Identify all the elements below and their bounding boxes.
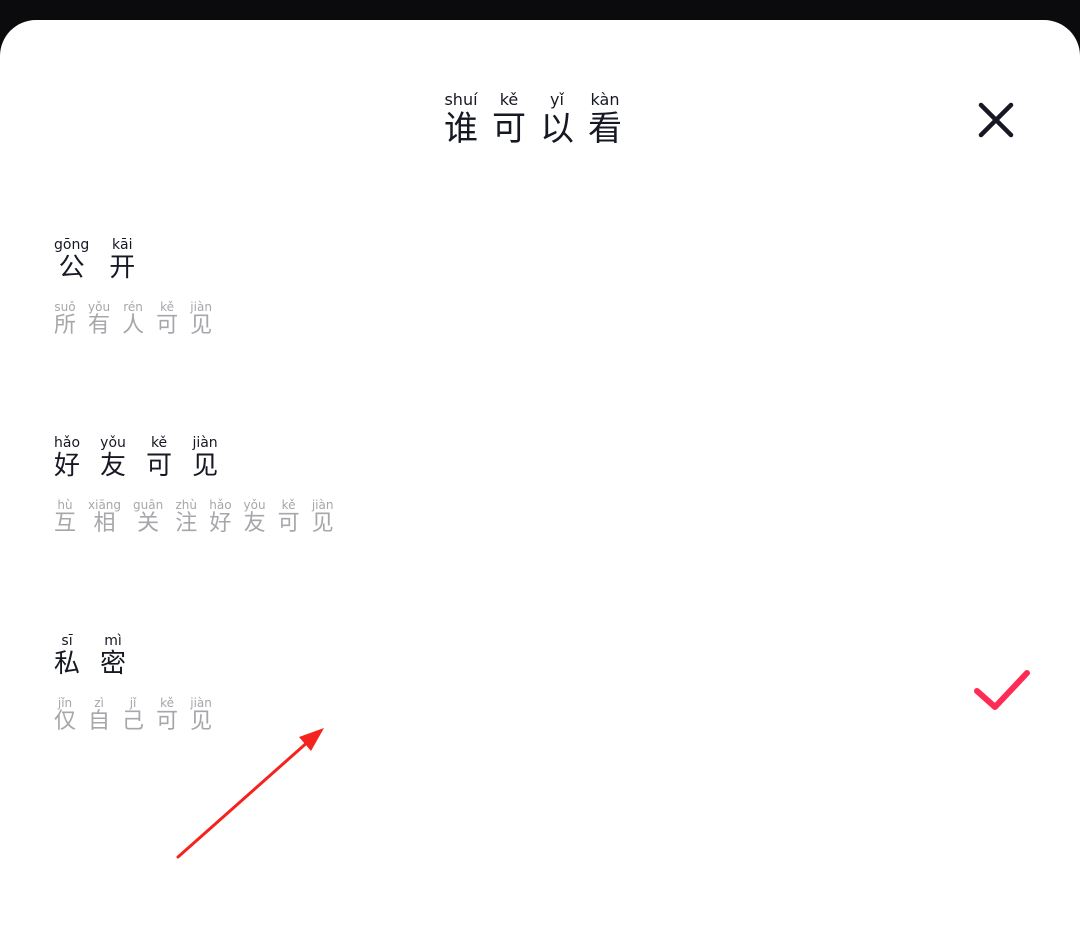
option-title: hǎo 好 yǒu 友 kě 可 jiàn 见 — [54, 435, 219, 481]
option-title: sī 私 mì 密 — [54, 633, 127, 679]
option-friends[interactable]: hǎo 好 yǒu 友 kě 可 jiàn 见 hù 互 xiāng 相 guān 关 zhù… — [54, 436, 1034, 535]
sheet-title: shuí 谁 kě 可 yǐ 以 kàn 看 — [444, 90, 622, 149]
privacy-sheet: shuí 谁 kě 可 yǐ 以 kàn 看 gōng 公 kāi 开 suǒ 所 yǒu 有 … — [0, 20, 1080, 926]
option-private[interactable]: sī 私 mì 密 jǐn 仅 zì 自 jǐ 己 kě 可 jiàn 见 — [54, 634, 1034, 733]
title-char: shuí 谁 — [444, 90, 478, 149]
option-description: hù 互 xiāng 相 guān 关 zhù 注 hǎo 好 yǒu 友 kě 可 jiàn… — [54, 498, 334, 536]
title-char: kě 可 — [492, 90, 526, 149]
close-icon — [978, 102, 1014, 138]
checkmark-icon — [974, 670, 1030, 710]
option-description: jǐn 仅 zì 自 jǐ 己 kě 可 jiàn 见 — [54, 696, 213, 734]
close-button[interactable] — [968, 92, 1024, 148]
title-char: yǐ 以 — [540, 90, 574, 149]
title-char: kàn 看 — [588, 90, 622, 149]
option-title: gōng 公 kāi 开 — [54, 237, 136, 283]
option-description: suǒ 所 yǒu 有 rén 人 kě 可 jiàn 见 — [54, 300, 213, 338]
option-public[interactable]: gōng 公 kāi 开 suǒ 所 yǒu 有 rén 人 kě 可 jiàn 见 — [54, 238, 1034, 337]
